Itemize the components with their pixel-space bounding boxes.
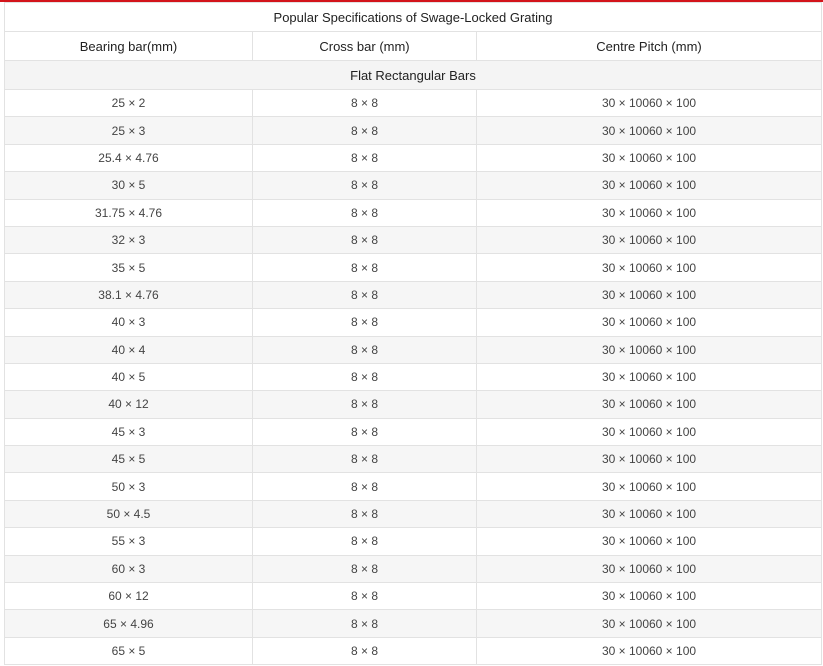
cell-bearing-bar: 45 × 3 [4, 417, 253, 447]
cell-cross-bar: 8 × 8 [252, 88, 477, 118]
cell-centre-pitch: 30 × 10060 × 100 [476, 609, 822, 638]
cell-cross-bar: 8 × 8 [252, 225, 477, 255]
cell-centre-pitch: 30 × 10060 × 100 [476, 198, 822, 227]
cell-bearing-bar: 60 × 3 [4, 554, 253, 584]
cell-cross-bar: 8 × 8 [252, 554, 477, 584]
cell-bearing-bar: 50 × 3 [4, 472, 253, 501]
table-row: 45 × 58 × 8 30 × 10060 × 100 [4, 445, 822, 474]
cell-cross-bar: 8 × 8 [252, 582, 477, 611]
cell-cross-bar: 8 × 8 [252, 171, 477, 200]
cell-centre-pitch: 30 × 10060 × 100 [476, 253, 822, 282]
cell-centre-pitch: 30 × 10060 × 100 [476, 225, 822, 255]
cell-centre-pitch: 30 × 10060 × 100 [476, 143, 822, 173]
cell-cross-bar: 8 × 8 [252, 609, 477, 638]
table-body: 25 × 28 × 8 30 × 10060 × 100 25 × 38 × 8 30… [4, 88, 822, 666]
cell-centre-pitch: 30 × 10060 × 100 [476, 582, 822, 611]
cell-centre-pitch: 30 × 10060 × 100 [476, 362, 822, 392]
cell-bearing-bar: 45 × 5 [4, 445, 253, 474]
cell-cross-bar: 8 × 8 [252, 116, 477, 145]
cell-centre-pitch: 30 × 10060 × 100 [476, 499, 822, 529]
cell-bearing-bar: 40 × 5 [4, 362, 253, 392]
cell-bearing-bar: 40 × 3 [4, 308, 253, 337]
spec-table: Popular Specifications of Swage-Locked G… [4, 2, 822, 666]
table-row: 65 × 58 × 8 30 × 10060 × 100 [4, 636, 822, 666]
table-row: 55 × 38 × 8 30 × 10060 × 100 [4, 527, 822, 556]
cell-bearing-bar: 50 × 4.5 [4, 499, 253, 529]
cell-cross-bar: 8 × 8 [252, 308, 477, 337]
cell-bearing-bar: 55 × 3 [4, 527, 253, 556]
cell-bearing-bar: 32 × 3 [4, 225, 253, 255]
cell-centre-pitch: 30 × 10060 × 100 [476, 280, 822, 310]
cell-centre-pitch: 30 × 10060 × 100 [476, 390, 822, 419]
table-row: 40 × 58 × 8 30 × 10060 × 100 [4, 362, 822, 392]
header-bearing-bar: Bearing bar(mm) [4, 31, 253, 61]
table-row: 40 × 38 × 8 30 × 10060 × 100 [4, 308, 822, 337]
table-row: 31.75 × 4.76 8 × 8 30 × 10060 × 100 [4, 198, 822, 227]
cell-cross-bar: 8 × 8 [252, 445, 477, 474]
page: Popular Specifications of Swage-Locked G… [0, 0, 823, 666]
table-row: 35 × 58 × 8 30 × 10060 × 100 [4, 253, 822, 282]
cell-centre-pitch: 30 × 10060 × 100 [476, 335, 822, 364]
cell-cross-bar: 8 × 8 [252, 499, 477, 529]
cell-centre-pitch: 30 × 10060 × 100 [476, 554, 822, 584]
cell-centre-pitch: 30 × 10060 × 100 [476, 472, 822, 501]
table-row: 32 × 38 × 8 30 × 10060 × 100 [4, 225, 822, 255]
header-centre-pitch: Centre Pitch (mm) [476, 31, 822, 61]
section-row: Flat Rectangular Bars [4, 60, 822, 90]
table-row: 60 × 38 × 8 30 × 10060 × 100 [4, 554, 822, 584]
cell-cross-bar: 8 × 8 [252, 335, 477, 364]
table-title: Popular Specifications of Swage-Locked G… [4, 2, 822, 32]
table-row: 60 × 12 8 × 8 30 × 10060 × 100 [4, 582, 822, 611]
table-row: 25.4 × 4.76 8 × 8 30 × 10060 × 100 [4, 143, 822, 173]
table-row: 50 × 4.5 8 × 8 30 × 10060 × 100 [4, 499, 822, 529]
cell-centre-pitch: 30 × 10060 × 100 [476, 445, 822, 474]
table-row: 45 × 38 × 8 30 × 10060 × 100 [4, 417, 822, 447]
cell-centre-pitch: 30 × 10060 × 100 [476, 171, 822, 200]
cell-bearing-bar: 65 × 4.96 [4, 609, 253, 638]
cell-bearing-bar: 35 × 5 [4, 253, 253, 282]
table-row: 25 × 28 × 8 30 × 10060 × 100 [4, 88, 822, 118]
cell-cross-bar: 8 × 8 [252, 253, 477, 282]
table-row: 25 × 38 × 8 30 × 10060 × 100 [4, 116, 822, 145]
cell-bearing-bar: 60 × 12 [4, 582, 253, 611]
table-row: 40 × 48 × 8 30 × 10060 × 100 [4, 335, 822, 364]
cell-cross-bar: 8 × 8 [252, 527, 477, 556]
cell-bearing-bar: 25 × 2 [4, 88, 253, 118]
cell-cross-bar: 8 × 8 [252, 472, 477, 501]
cell-cross-bar: 8 × 8 [252, 143, 477, 173]
table-title-row: Popular Specifications of Swage-Locked G… [4, 2, 822, 32]
cell-bearing-bar: 25.4 × 4.76 [4, 143, 253, 173]
table-row: 65 × 4.96 8 × 8 30 × 10060 × 100 [4, 609, 822, 638]
cell-bearing-bar: 40 × 12 [4, 390, 253, 419]
cell-bearing-bar: 38.1 × 4.76 [4, 280, 253, 310]
cell-bearing-bar: 65 × 5 [4, 636, 253, 666]
cell-cross-bar: 8 × 8 [252, 390, 477, 419]
cell-bearing-bar: 31.75 × 4.76 [4, 198, 253, 227]
cell-centre-pitch: 30 × 10060 × 100 [476, 116, 822, 145]
table-row: 30 × 58 × 8 30 × 10060 × 100 [4, 171, 822, 200]
cell-cross-bar: 8 × 8 [252, 636, 477, 666]
cell-centre-pitch: 30 × 10060 × 100 [476, 417, 822, 447]
cell-cross-bar: 8 × 8 [252, 362, 477, 392]
cell-cross-bar: 8 × 8 [252, 417, 477, 447]
cell-centre-pitch: 30 × 10060 × 100 [476, 527, 822, 556]
table-row: 38.1 × 4.76 8 × 8 30 × 10060 × 100 [4, 280, 822, 310]
table-row: 40 × 12 8 × 8 30 × 10060 × 100 [4, 390, 822, 419]
section-label: Flat Rectangular Bars [4, 60, 822, 90]
cell-centre-pitch: 30 × 10060 × 100 [476, 308, 822, 337]
cell-centre-pitch: 30 × 10060 × 100 [476, 88, 822, 118]
cell-bearing-bar: 30 × 5 [4, 171, 253, 200]
header-cross-bar: Cross bar (mm) [252, 31, 477, 61]
cell-bearing-bar: 25 × 3 [4, 116, 253, 145]
cell-centre-pitch: 30 × 10060 × 100 [476, 636, 822, 666]
table-header-row: Bearing bar(mm) Cross bar (mm) Centre Pi… [4, 31, 822, 61]
cell-cross-bar: 8 × 8 [252, 198, 477, 227]
cell-bearing-bar: 40 × 4 [4, 335, 253, 364]
table-row: 50 × 38 × 8 30 × 10060 × 100 [4, 472, 822, 501]
cell-cross-bar: 8 × 8 [252, 280, 477, 310]
